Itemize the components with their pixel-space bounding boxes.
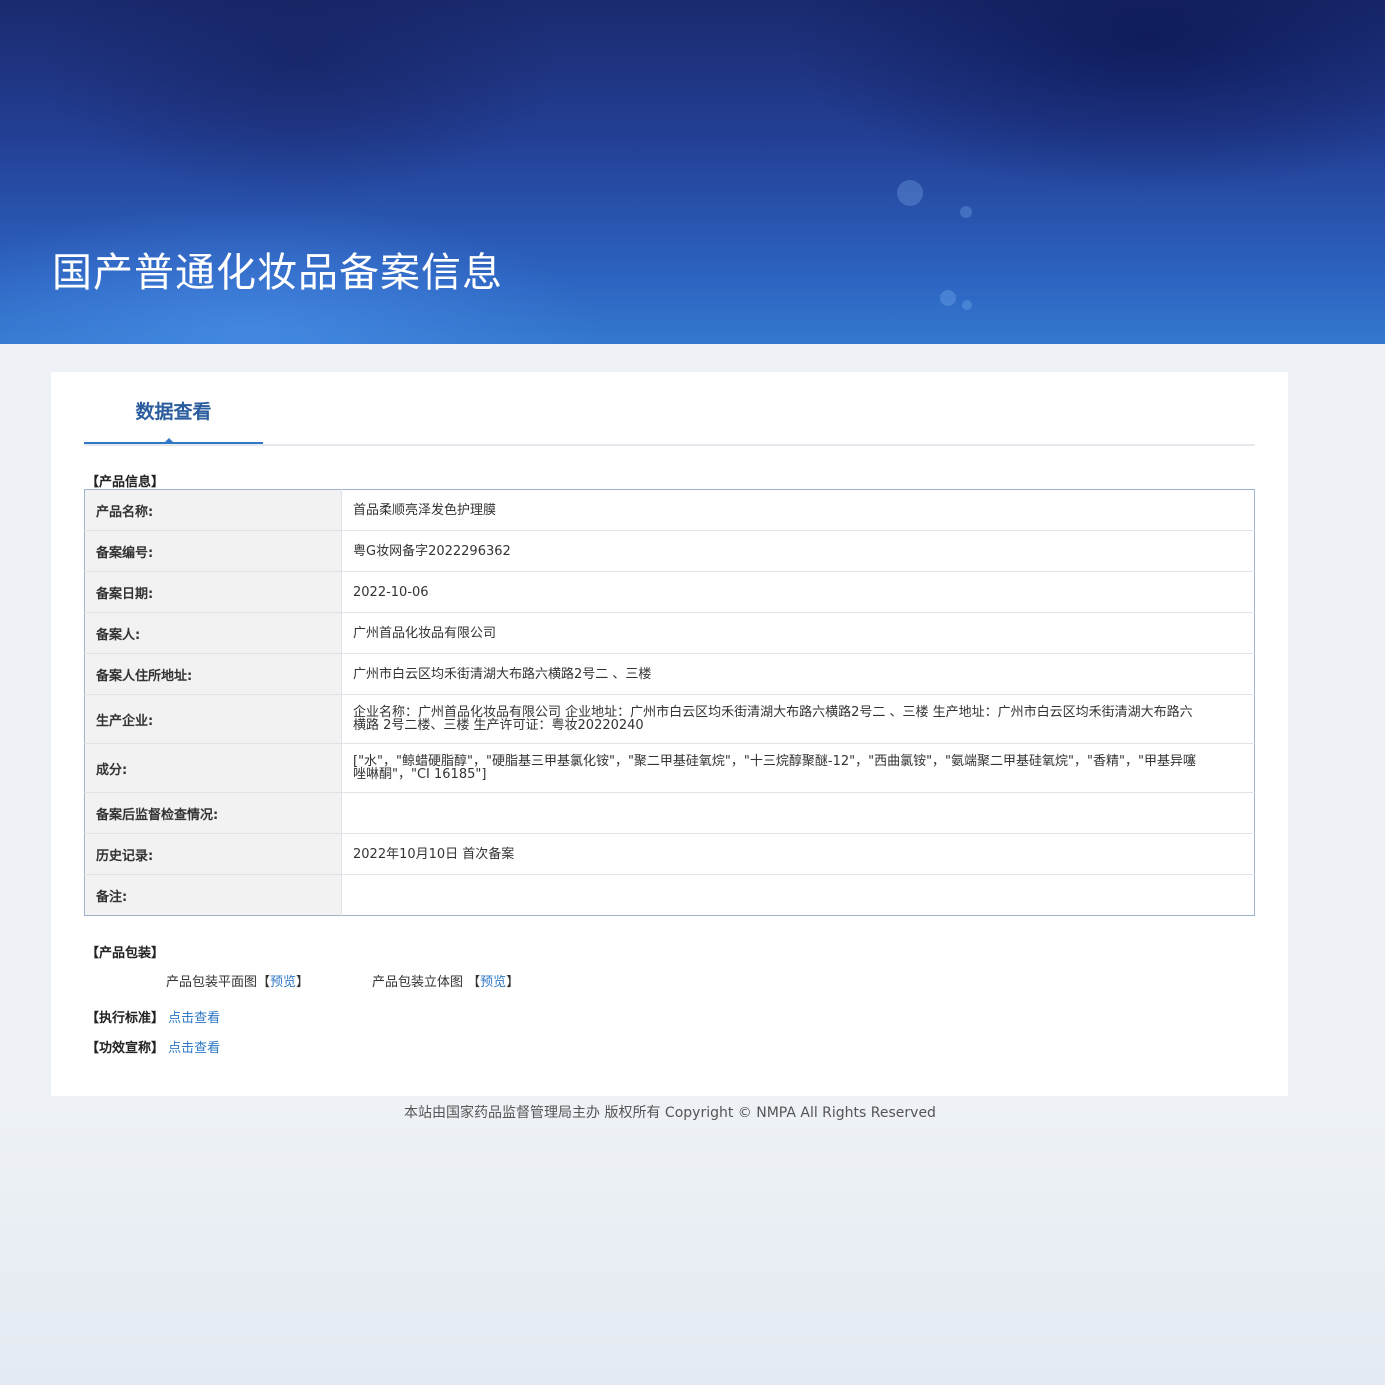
section-title-standard: 【执行标准】 (86, 1011, 165, 1026)
packaging-flat-label: 产品包装平面图 (166, 975, 258, 990)
table-row: 备案编号: 粤G妆网备字2022296362 (84, 530, 1255, 572)
section-title-product-info: 【产品信息】 (86, 475, 165, 490)
table-row: 产品名称: 首品柔顺亮泽发色护理膜 (84, 489, 1255, 531)
banner-decoration (962, 300, 972, 310)
table-row: 历史记录: 2022年10月10日 首次备案 (84, 833, 1255, 875)
packaging-solid-item: 产品包装立体图 【预览】 (372, 971, 519, 990)
page-background (0, 1100, 1385, 1385)
row-label: 备案人住所地址: (84, 653, 342, 695)
header-banner: 国产普通化妆品备案信息 (0, 0, 1385, 344)
content-card: 数据查看 【产品信息】 产品名称: 首品柔顺亮泽发色护理膜 备案编号: 粤G妆网… (51, 372, 1288, 1096)
table-row: 备注: (84, 874, 1255, 916)
row-value: 粤G妆网备字2022296362 (341, 530, 1255, 572)
preview-flat-link[interactable]: 预览 (270, 975, 296, 990)
row-value: ["水"，"鲸蜡硬脂醇"，"硬脂基三甲基氯化铵"，"聚二甲基硅氧烷"，"十三烷醇… (341, 743, 1255, 793)
row-label: 成分: (84, 743, 342, 793)
banner-decoration (940, 290, 956, 306)
efficacy-view-link[interactable]: 点击查看 (168, 1041, 220, 1056)
row-label: 备案后监督检查情况: (84, 792, 342, 834)
table-row: 成分: ["水"，"鲸蜡硬脂醇"，"硬脂基三甲基氯化铵"，"聚二甲基硅氧烷"，"… (84, 743, 1255, 793)
tab-bar: 数据查看 (84, 372, 1255, 446)
footer-copyright: 本站由国家药品监督管理局主办 版权所有 Copyright © NMPA All… (404, 1105, 936, 1121)
bracket: 【 (467, 975, 481, 990)
row-label: 备注: (84, 874, 342, 916)
table-row: 备案日期: 2022-10-06 (84, 571, 1255, 613)
bracket: 】 (296, 975, 310, 990)
table-row: 备案后监督检查情况: (84, 792, 1255, 834)
bracket: 】 (506, 975, 520, 990)
row-value: 2022-10-06 (341, 571, 1255, 613)
packaging-flat-item: 产品包装平面图【预览】 (166, 971, 309, 990)
section-title-packaging: 【产品包装】 (86, 946, 165, 961)
tab-active-caret (163, 438, 175, 444)
row-label: 备案编号: (84, 530, 342, 572)
row-value (342, 875, 1255, 916)
table-row: 备案人住所地址: 广州市白云区均禾街清湖大布路六横路2号二 、三楼 (84, 653, 1255, 695)
row-label: 生产企业: (84, 694, 342, 744)
row-label: 备案人: (84, 612, 342, 654)
row-label: 备案日期: (84, 571, 342, 613)
table-row: 备案人: 广州首品化妆品有限公司 (84, 612, 1255, 654)
table-row: 生产企业: 企业名称：广州首品化妆品有限公司 企业地址：广州市白云区均禾街清湖大… (84, 694, 1255, 744)
row-value: 广州市白云区均禾街清湖大布路六横路2号二 、三楼 (341, 653, 1255, 695)
tab-data-view[interactable]: 数据查看 (84, 372, 263, 444)
preview-solid-link[interactable]: 预览 (480, 975, 506, 990)
page-title: 国产普通化妆品备案信息 (52, 250, 503, 296)
row-label: 历史记录: (84, 833, 342, 875)
row-value: 企业名称：广州首品化妆品有限公司 企业地址：广州市白云区均禾街清湖大布路六横路2… (341, 694, 1255, 744)
section-title-efficacy: 【功效宣称】 (86, 1041, 165, 1056)
tab-label: 数据查看 (135, 401, 212, 423)
packaging-solid-label: 产品包装立体图 (372, 975, 464, 990)
row-value: 2022年10月10日 首次备案 (341, 833, 1255, 875)
standard-row: 【执行标准】 点击查看 (86, 1007, 220, 1026)
standard-view-link[interactable]: 点击查看 (168, 1011, 220, 1026)
row-value (341, 792, 1255, 834)
row-value: 首品柔顺亮泽发色护理膜 (341, 489, 1255, 531)
banner-decoration (897, 180, 923, 206)
row-label: 产品名称: (84, 489, 342, 531)
banner-decoration (960, 206, 972, 218)
bracket: 【 (257, 975, 271, 990)
row-value: 广州首品化妆品有限公司 (341, 612, 1255, 654)
product-info-table: 产品名称: 首品柔顺亮泽发色护理膜 备案编号: 粤G妆网备字2022296362… (84, 489, 1255, 916)
efficacy-row: 【功效宣称】 点击查看 (86, 1037, 220, 1056)
